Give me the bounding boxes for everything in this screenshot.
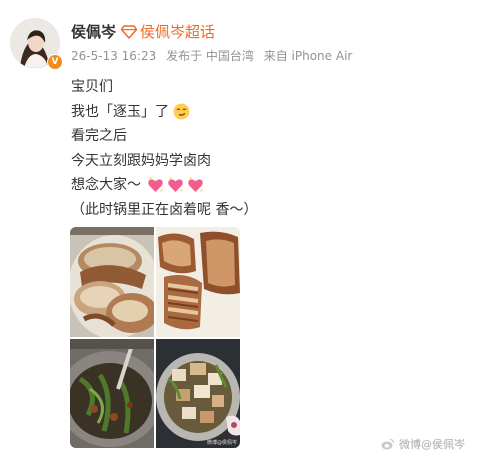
diamond-icon [121, 24, 137, 39]
sparkling-heart-icon [168, 176, 183, 192]
post-line: （此时锅里正在卤着呢 香～） [71, 201, 258, 218]
smirk-emoji-icon [173, 103, 190, 120]
sparkling-heart-icon [188, 176, 203, 192]
post-line: 今天立刻跟妈妈学卤肉 [71, 152, 211, 169]
photo-pot-green-onion[interactable] [70, 339, 154, 448]
weibo-watermark: 微博@侯佩岑 [381, 436, 465, 452]
watermark-text: 微博@侯佩岑 [399, 438, 465, 451]
post-line: 看完之后 [71, 128, 127, 145]
post-device: 来自 iPhone Air [263, 49, 353, 63]
photo-pork-cubes-pot[interactable]: 微博@侯佩岑 [156, 339, 240, 448]
post-date[interactable]: 26-5-13 16:23 [71, 49, 156, 63]
post-line: 想念大家～ [71, 173, 257, 198]
super-topic-link[interactable]: 侯佩岑超话 [121, 21, 215, 42]
weibo-logo-icon [381, 438, 395, 450]
post-text: 宝贝们 我也「逐玉」了 看完之后 今天立刻跟妈妈学卤肉 想念大家～ （此时锅里正… [71, 75, 257, 222]
photo-watermark: 微博@侯佩岑 [206, 440, 237, 446]
photo-grid: 微博@侯佩岑 [70, 227, 240, 448]
sparkling-heart-icon [148, 176, 163, 192]
post-meta: 26-5-13 16:23 发布于 中国台湾 来自 iPhone Air [71, 47, 358, 64]
photo-braised-pork-slices[interactable] [70, 227, 154, 337]
verified-badge-icon: V [47, 54, 63, 70]
photo-pork-belly-board[interactable] [156, 227, 240, 337]
post-location: 发布于 中国台湾 [166, 49, 254, 63]
author-name[interactable]: 侯佩岑 [71, 21, 116, 42]
post-line: 我也「逐玉」了 [71, 100, 257, 125]
post-line: 宝贝们 [71, 79, 113, 96]
super-topic-label: 侯佩岑超话 [140, 23, 216, 41]
